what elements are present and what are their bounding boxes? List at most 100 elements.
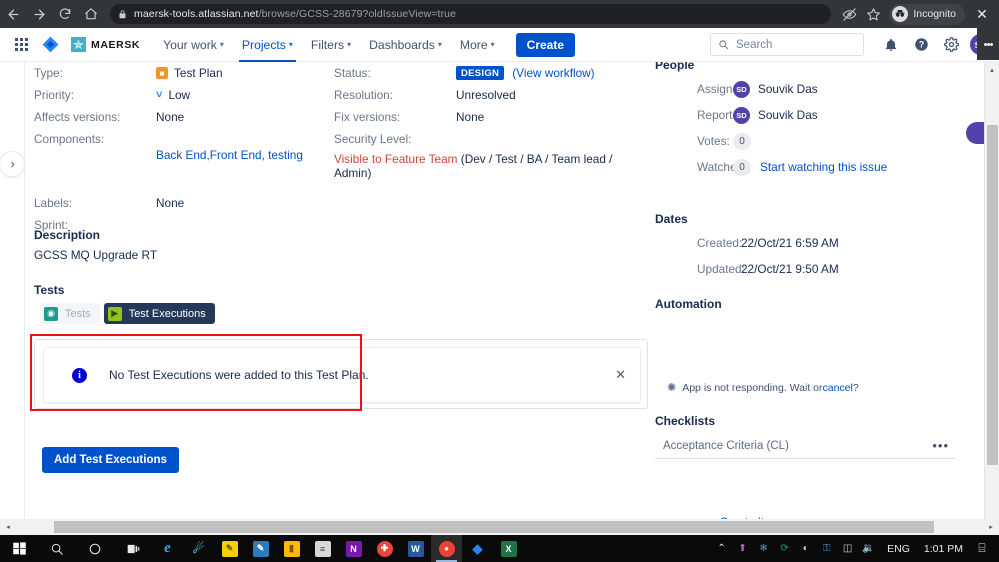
test-plan-icon: ■	[156, 67, 168, 79]
nav-item-filters[interactable]: Filters ▾	[304, 31, 358, 59]
tab-tests[interactable]: ◉ Tests	[40, 303, 100, 324]
field-label: Resolution:	[334, 88, 394, 102]
create-button[interactable]: Create	[515, 32, 576, 57]
sync-arrows-icon[interactable]: ⟳	[774, 535, 795, 562]
close-icon[interactable]: ✕	[615, 367, 626, 383]
people-section: People Assignee: SD Souvik Das Reporter:…	[655, 62, 965, 180]
row-value: 0	[733, 132, 760, 150]
components-link[interactable]: Back End,Front End, testing	[156, 128, 303, 182]
nav-item-label: Projects	[241, 37, 286, 52]
edge-tab-badge[interactable]	[966, 122, 986, 144]
cortana-icon[interactable]	[76, 535, 114, 562]
row-label: Assignee:	[697, 82, 749, 96]
votes-count: 0	[733, 132, 751, 150]
back-arrow-icon[interactable]	[0, 1, 26, 27]
xray-tests-icon: ◉	[44, 306, 58, 321]
expand-sidebar-button[interactable]	[0, 152, 24, 176]
app-status-text: App is not responding. Wait or	[682, 381, 823, 394]
cancel-link[interactable]: cancel	[823, 382, 853, 394]
taskbar-app-internet-explorer[interactable]: e	[152, 535, 183, 562]
action-center-icon[interactable]: ⌸	[969, 535, 995, 562]
reload-icon[interactable]	[52, 1, 78, 27]
nav-item-projects[interactable]: Projects ▾	[235, 31, 300, 63]
row-label: Watchers:	[697, 160, 750, 174]
tray-chevron-up-icon[interactable]: ⌃	[711, 535, 732, 562]
horizontal-scroll-thumb[interactable]	[54, 521, 934, 533]
field-label: Status:	[334, 66, 371, 80]
taskbar-search-icon[interactable]	[38, 535, 76, 562]
nav-item-more[interactable]: More ▾	[453, 31, 502, 59]
info-banner-message: No Test Executions were added to this Te…	[109, 368, 369, 382]
browser-chrome: maersk-tools.atlassian.net/browse/GCSS-2…	[0, 0, 999, 28]
avatar[interactable]: SD	[733, 80, 750, 98]
vertical-scrollbar[interactable]: ▴	[984, 62, 999, 520]
eye-slash-icon[interactable]	[837, 2, 861, 26]
microsoft-word-icon: W	[407, 540, 424, 557]
field-type: Type: ■ Test Plan	[34, 62, 334, 84]
wifi-icon[interactable]: ◐	[795, 535, 816, 562]
scroll-right-arrow-icon[interactable]: ▸	[983, 519, 999, 535]
taskbar-app-paint[interactable]: ✎	[245, 535, 276, 562]
scroll-left-arrow-icon[interactable]: ◂	[0, 519, 16, 535]
taskbar-clock[interactable]: 1:01 PM	[918, 543, 969, 555]
jira-logo-icon[interactable]	[37, 33, 63, 57]
taskbar-app-microsoft-word[interactable]: W	[400, 535, 431, 562]
app-not-responding-status: ✺ App is not responding. Wait or cancel …	[667, 381, 859, 395]
view-workflow-link[interactable]: (View workflow)	[512, 66, 594, 80]
incognito-indicator[interactable]: Incognito	[889, 3, 965, 25]
task-view-icon[interactable]	[114, 535, 152, 562]
avatar[interactable]: SD	[733, 106, 750, 124]
network-share-icon[interactable]: ❄	[753, 535, 774, 562]
home-icon[interactable]	[78, 1, 104, 27]
tab-test-executions[interactable]: ▶ Test Executions	[103, 303, 215, 324]
updated-date: 22/Oct/21 9:50 AM	[741, 262, 839, 276]
checklist-item-name: Acceptance Criteria (CL)	[663, 439, 789, 452]
window-close-button[interactable]: ✕	[965, 0, 999, 28]
incognito-avatar-icon	[892, 6, 909, 22]
notification-bell-icon[interactable]	[878, 32, 904, 58]
help-question-icon[interactable]: ?	[908, 32, 934, 58]
nav-item-your-work[interactable]: Your work ▾	[156, 31, 231, 59]
watchers-count: 0	[733, 158, 751, 176]
onedrive-sync-icon[interactable]: ⬆	[732, 535, 753, 562]
checklist-item-row[interactable]: Acceptance Criteria (CL) •••	[655, 434, 955, 459]
battery-icon[interactable]: ◫	[837, 535, 858, 562]
taskbar-app-microsoft-excel[interactable]: X	[493, 535, 524, 562]
gear-icon[interactable]	[938, 32, 964, 58]
checklists-title: Checklists	[655, 414, 716, 428]
security-shield-icon[interactable]: ⚿	[816, 535, 837, 562]
address-bar[interactable]: maersk-tools.atlassian.net/browse/GCSS-2…	[110, 4, 832, 24]
start-watching-link[interactable]: Start watching this issue	[760, 160, 887, 174]
volume-icon[interactable]: 🔉	[858, 535, 879, 562]
taskbar-app-skype[interactable]: ✚	[369, 535, 400, 562]
horizontal-scroll-track[interactable]	[16, 519, 983, 535]
nav-item-label: Your work	[163, 37, 217, 52]
taskbar-app-comet-browser[interactable]: ☄	[183, 535, 214, 562]
taskbar-app-file-explorer[interactable]: ▮	[276, 535, 307, 562]
star-icon[interactable]	[861, 2, 885, 26]
nav-item-dashboards[interactable]: Dashboards ▾	[362, 31, 449, 59]
row-reporter: Reporter: SD Souvik Das	[655, 102, 965, 128]
app-status-suffix: ?	[852, 381, 859, 394]
chevron-right-icon	[10, 161, 14, 167]
windows-start-icon[interactable]	[0, 535, 38, 562]
taskbar-app-notepad-doc[interactable]: ≡	[307, 535, 338, 562]
taskbar-app-google-chrome[interactable]: ●	[431, 535, 462, 562]
search-input[interactable]: Search	[710, 33, 864, 56]
row-value: SD Souvik Das	[733, 106, 818, 124]
app-switcher-grid-icon[interactable]	[9, 33, 33, 57]
add-test-executions-button[interactable]: Add Test Executions	[42, 447, 179, 473]
vertical-scroll-thumb[interactable]	[987, 125, 998, 465]
input-language-indicator[interactable]: ENG	[879, 543, 918, 555]
ellipsis-icon[interactable]: •••	[932, 438, 955, 453]
horizontal-scrollbar[interactable]: ◂ ▸	[0, 519, 999, 535]
taskbar-app-onenote[interactable]: N	[338, 535, 369, 562]
field-value: None	[156, 196, 185, 210]
url-text: maersk-tools.atlassian.net/browse/GCSS-2…	[134, 8, 456, 20]
maersk-brand-logo[interactable]: ✯ MAERSK	[71, 37, 140, 52]
taskbar-app-jira[interactable]: ◆	[462, 535, 493, 562]
taskbar-app-sticky-notes[interactable]: ✎	[214, 535, 245, 562]
scroll-up-arrow-icon[interactable]: ▴	[985, 62, 999, 77]
chrome-menu-button[interactable]	[977, 28, 999, 60]
forward-arrow-icon[interactable]	[26, 1, 52, 27]
